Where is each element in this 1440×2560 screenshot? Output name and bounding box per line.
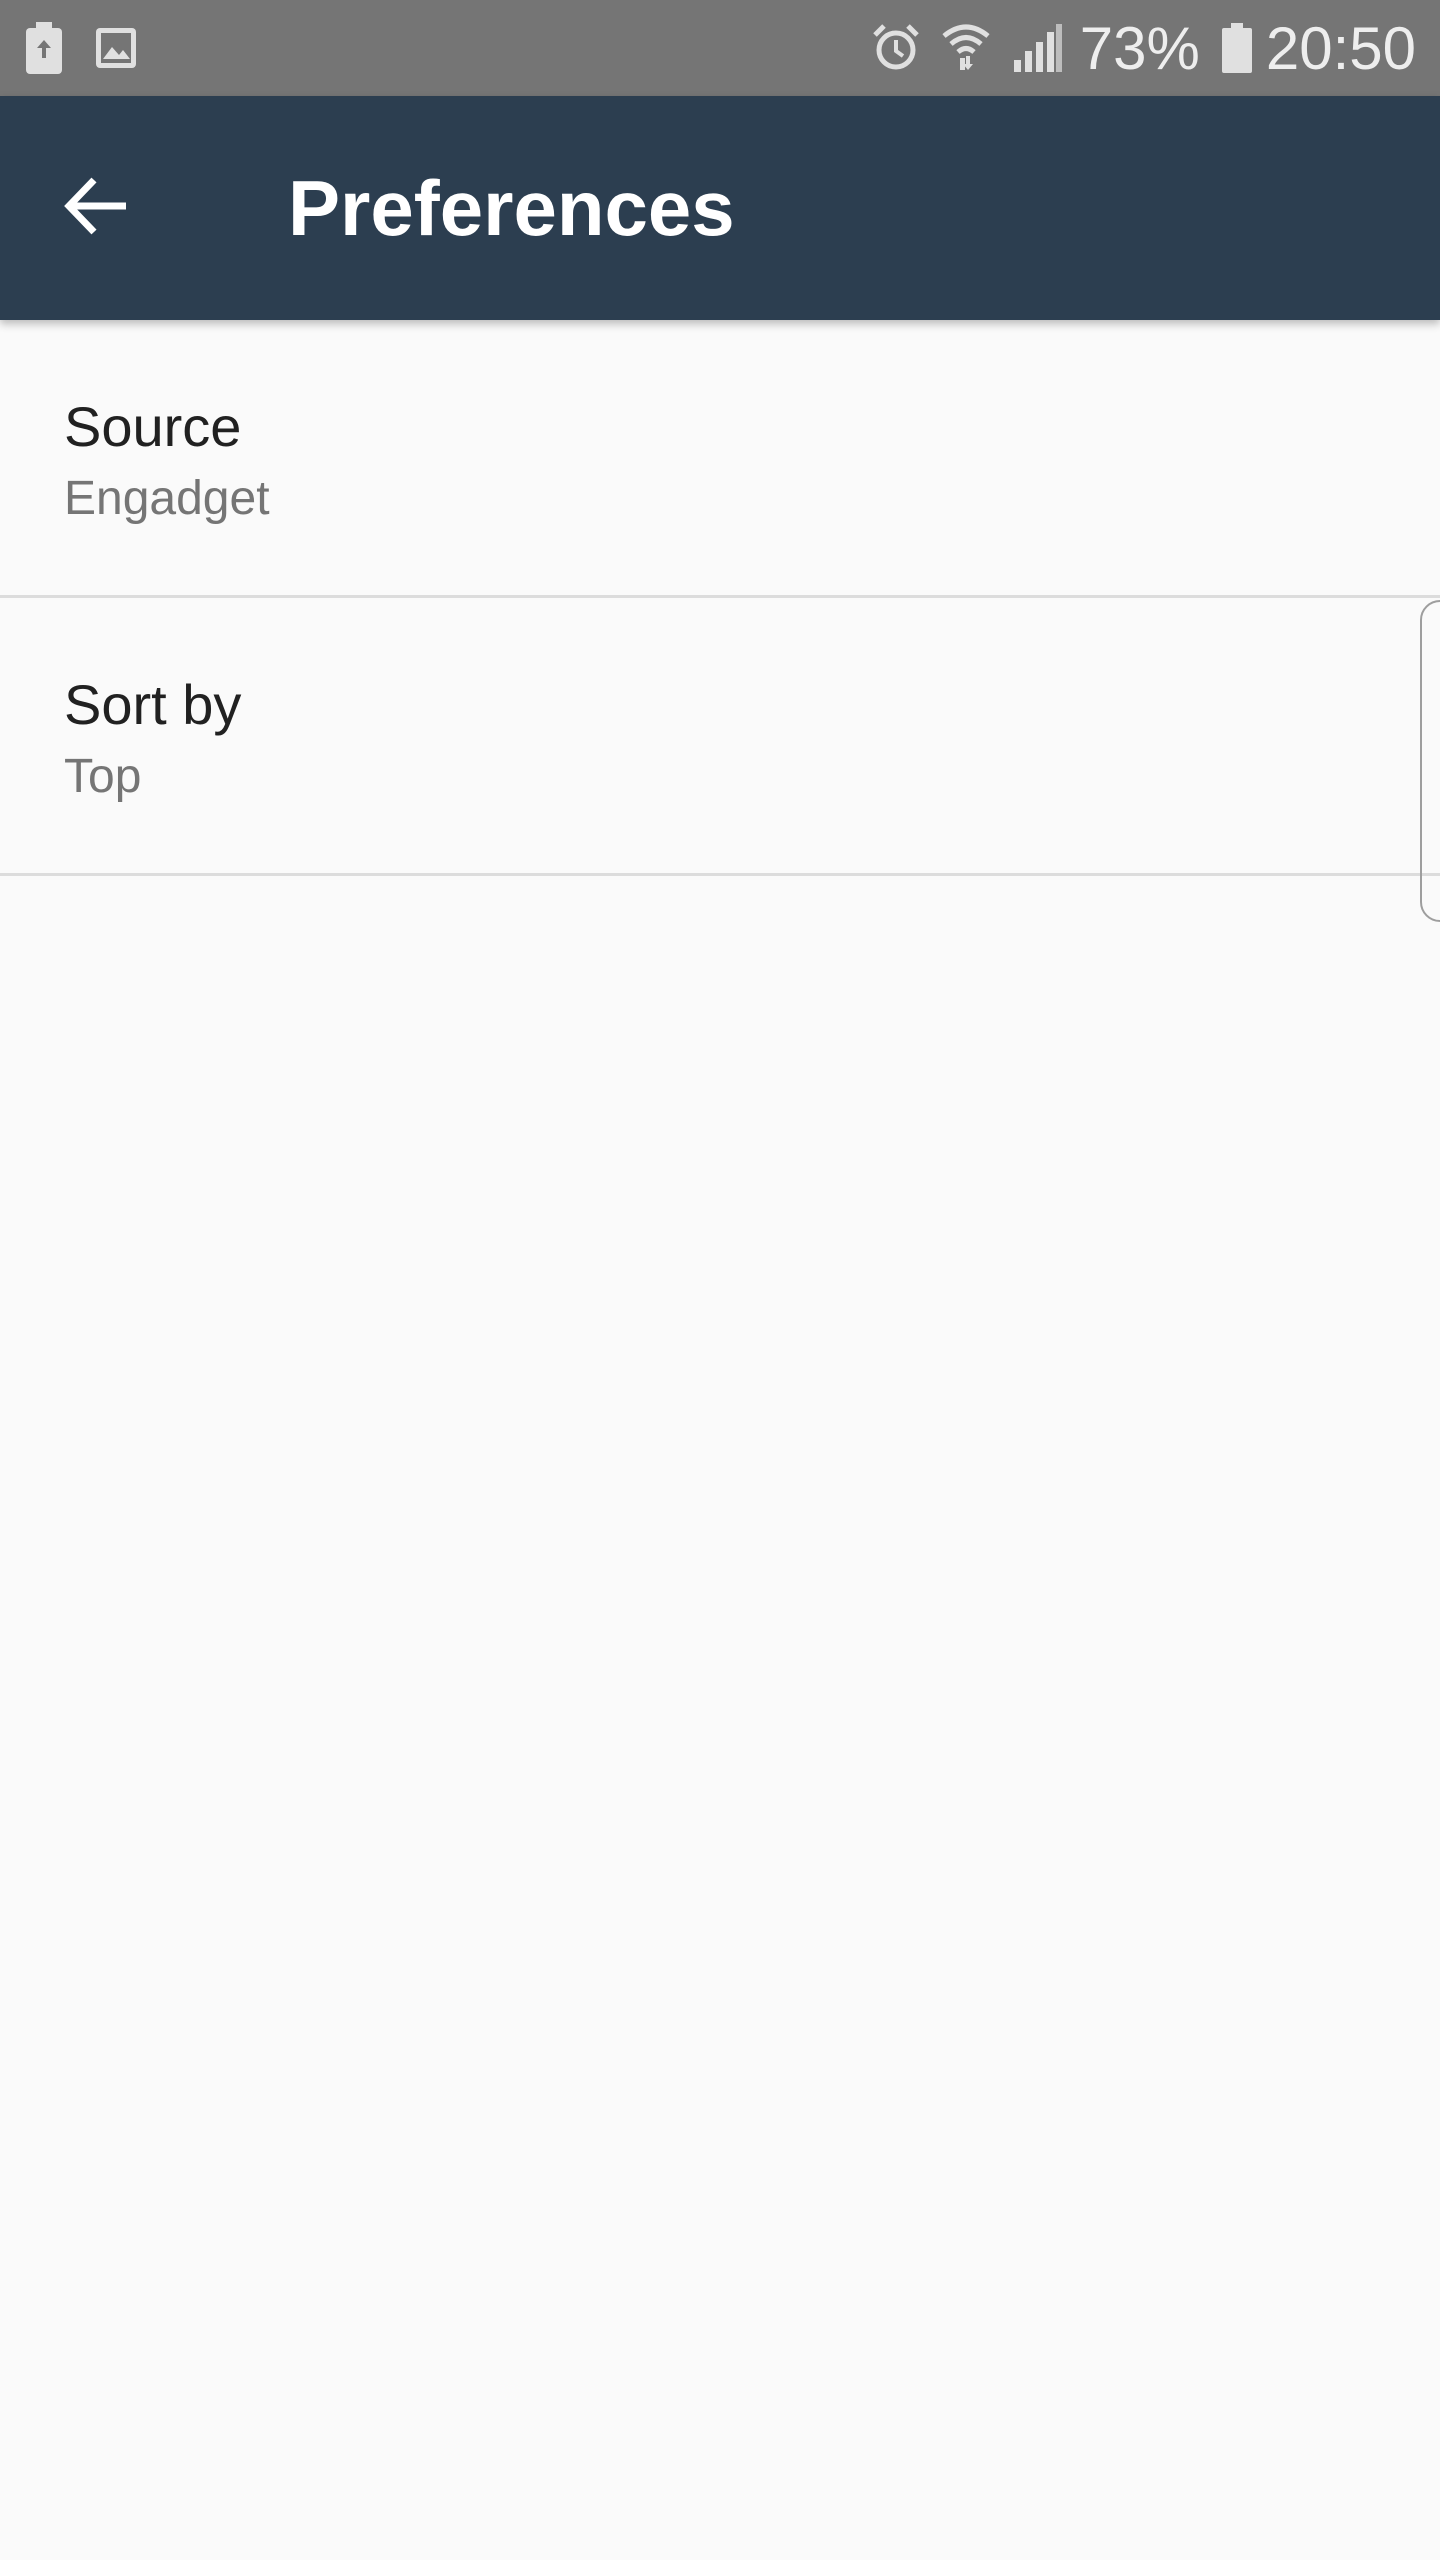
preference-sort-by[interactable]: Sort by Top bbox=[0, 598, 1440, 876]
edge-panel-handle[interactable] bbox=[1420, 600, 1440, 922]
back-button[interactable] bbox=[48, 160, 144, 256]
status-bar: 73% 20:50 bbox=[0, 0, 1440, 96]
preference-source[interactable]: Source Engadget bbox=[0, 320, 1440, 598]
signal-icon bbox=[1012, 24, 1062, 72]
image-icon bbox=[94, 26, 138, 70]
preference-title: Sort by bbox=[64, 673, 242, 736]
status-right-icons: 73% 20:50 bbox=[850, 14, 1416, 83]
preference-summary: Top bbox=[64, 750, 142, 803]
arrow-back-icon bbox=[64, 177, 128, 240]
clock: 20:50 bbox=[1265, 14, 1416, 82]
preference-title: Source bbox=[64, 395, 242, 458]
battery-saver-icon bbox=[24, 22, 64, 74]
app-bar: Preferences bbox=[0, 96, 1440, 320]
status-left-icons bbox=[24, 22, 168, 74]
preference-summary: Engadget bbox=[64, 472, 270, 525]
battery-percent: 73% bbox=[1079, 14, 1200, 82]
page-title: Preferences bbox=[288, 163, 735, 252]
alarm-icon bbox=[872, 23, 920, 73]
wifi-icon bbox=[942, 22, 990, 74]
battery-icon bbox=[1221, 23, 1252, 73]
preferences-list: Source Engadget Sort by Top bbox=[0, 320, 1440, 876]
